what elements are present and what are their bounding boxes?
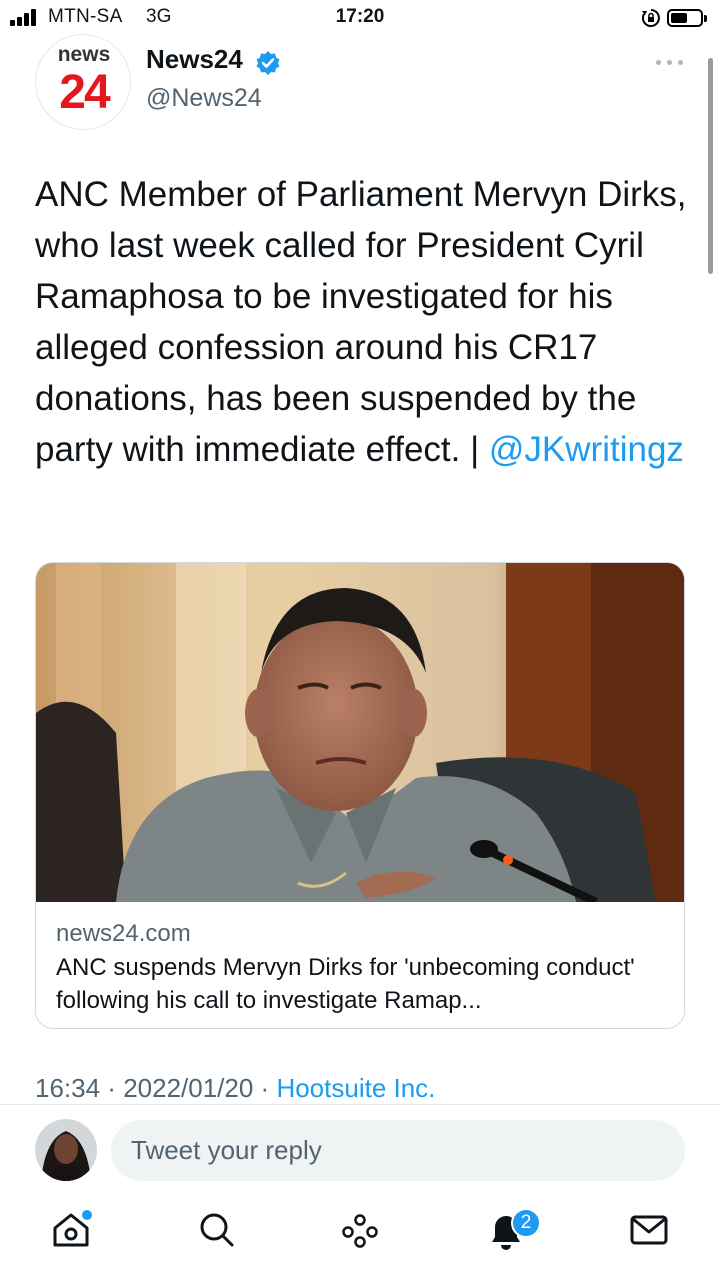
tweet-body: ANC Member of Parliament Mervyn Dirks, w… — [35, 175, 687, 469]
tweet-meta: 16:34 · 2022/01/20 · Hootsuite Inc. — [35, 1073, 436, 1103]
tweet-source-link[interactable]: Hootsuite Inc. — [276, 1073, 435, 1103]
author-avatar[interactable]: news 24 — [35, 34, 131, 130]
mail-icon — [630, 1215, 668, 1245]
home-new-dot — [82, 1210, 92, 1220]
card-image — [36, 563, 684, 902]
verified-badge-icon — [256, 51, 280, 75]
battery-icon — [667, 9, 707, 27]
link-card[interactable]: news24.com ANC suspends Mervyn Dirks for… — [35, 562, 685, 1029]
tweet-date: 2022/01/20 — [123, 1073, 254, 1103]
tweet-detail-screen: MTN-SA 3G 17:20 news 24 News24 @News24 A… — [0, 0, 720, 1280]
notifications-count-badge: 2 — [511, 1208, 541, 1238]
author-name[interactable]: News24 — [146, 44, 243, 75]
spaces-icon — [342, 1214, 378, 1248]
tweet-text: ANC Member of Parliament Mervyn Dirks, w… — [35, 169, 695, 475]
mention-link[interactable]: @JKwritingz — [489, 430, 684, 469]
reply-input[interactable]: Tweet your reply — [111, 1120, 685, 1181]
scrollbar[interactable] — [708, 58, 713, 274]
current-user-avatar[interactable] — [35, 1119, 97, 1181]
more-options-icon[interactable] — [656, 58, 686, 68]
tab-search[interactable] — [193, 1206, 241, 1254]
search-icon — [200, 1213, 234, 1247]
tweet-time: 16:34 — [35, 1073, 101, 1103]
card-title: ANC suspends Mervyn Dirks for 'unbecomin… — [56, 954, 635, 1014]
status-time: 17:20 — [335, 6, 385, 27]
tab-messages[interactable] — [625, 1206, 673, 1254]
rotation-lock-icon — [641, 9, 660, 27]
card-domain: news24.com — [56, 920, 191, 947]
tab-spaces[interactable] — [336, 1206, 384, 1254]
divider — [0, 1104, 720, 1105]
status-bar: MTN-SA 3G 17:20 — [0, 0, 720, 36]
avatar-logo-text-bottom: 24 — [59, 66, 110, 119]
author-handle[interactable]: @News24 — [146, 84, 262, 113]
avatar-logo-text-top: news — [57, 43, 111, 66]
